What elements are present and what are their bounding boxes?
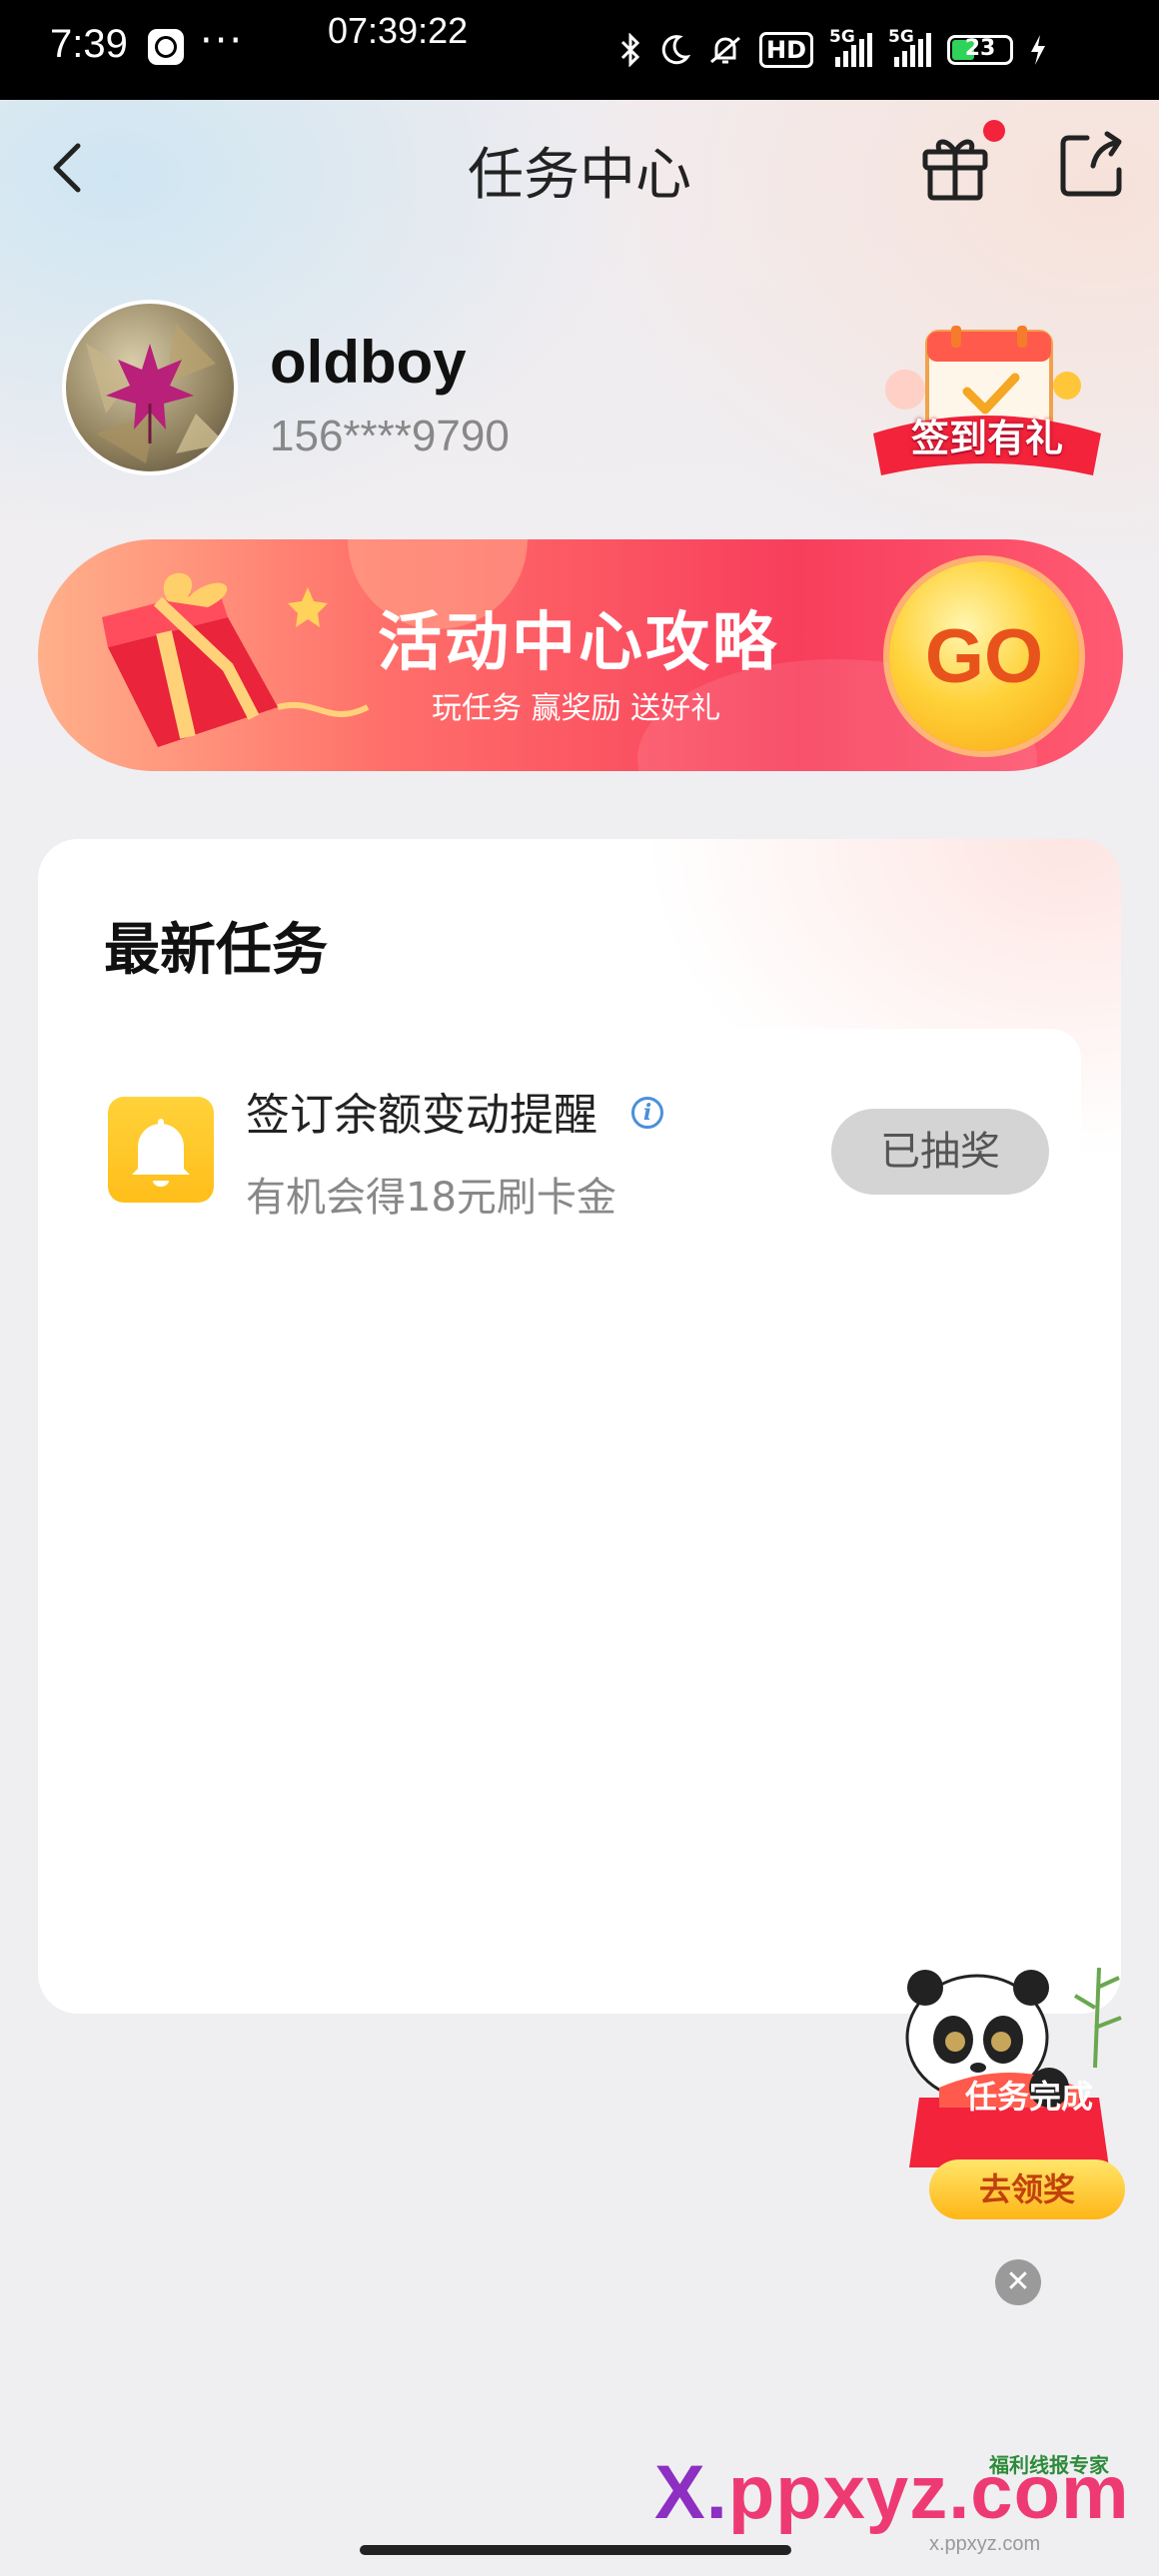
bluetooth-icon xyxy=(620,33,640,67)
network-type-1: 5G xyxy=(829,27,855,47)
network-type-2: 5G xyxy=(888,27,914,47)
task-status-button[interactable]: 已抽奖 xyxy=(831,1109,1049,1195)
watermark-badge: 福利线报专家 xyxy=(989,2453,1109,2477)
status-bar: 7:39 ··· 07:39:22 HD 5G 5G 23 xyxy=(0,0,1159,100)
task-description: 有机会得18元刷卡金 xyxy=(246,1175,616,1221)
go-button-label[interactable]: GO xyxy=(889,613,1079,700)
banner-subtitle: 玩任务 赢奖励 送好礼 xyxy=(432,691,721,726)
hd-voice-icon: HD xyxy=(759,32,814,68)
status-center-time: 07:39:22 xyxy=(328,10,469,51)
close-widget-icon[interactable]: ✕ xyxy=(995,2259,1041,2305)
clock-app-icon xyxy=(148,29,184,65)
gift-box-icon xyxy=(102,572,370,747)
moon-icon xyxy=(661,35,691,65)
bell-icon xyxy=(132,1119,190,1187)
username: oldboy xyxy=(270,329,467,396)
gift-icon[interactable] xyxy=(919,130,991,202)
battery-icon: 23 xyxy=(947,35,1014,65)
signal-icon-1: 5G xyxy=(829,27,873,67)
section-title: 最新任务 xyxy=(104,918,328,983)
phone-number: 156****9790 xyxy=(270,412,510,460)
signin-label[interactable]: 签到有礼 xyxy=(879,408,1095,462)
banner-title: 活动中心攻略 xyxy=(378,606,779,680)
charging-icon xyxy=(1031,35,1046,65)
task-center-page: 7:39 ··· 07:39:22 HD 5G 5G 23 任务中心 oldbo… xyxy=(0,0,1159,2576)
more-notifications-icon: ··· xyxy=(200,18,245,64)
status-icons: HD 5G 5G 23 xyxy=(617,26,1047,74)
panda-task-text[interactable]: 任务完成 xyxy=(959,2078,1099,2116)
mute-bell-icon xyxy=(710,36,740,64)
battery-level: 23 xyxy=(964,36,996,61)
watermark-url: x.ppxyz.com xyxy=(929,2533,1041,2555)
status-time: 7:39 xyxy=(50,22,128,66)
home-indicator[interactable] xyxy=(360,2545,791,2555)
task-name: 签订余额变动提醒 xyxy=(246,1090,597,1141)
claim-reward-button[interactable]: 去领奖 xyxy=(929,2159,1125,2219)
notification-dot xyxy=(983,120,1005,142)
maple-leaf-avatar-image xyxy=(86,324,226,463)
latest-tasks-card xyxy=(38,839,1121,2014)
signal-icon-2: 5G xyxy=(888,27,932,67)
task-icon-container xyxy=(108,1097,214,1203)
avatar[interactable] xyxy=(62,300,238,475)
info-icon[interactable]: i xyxy=(631,1097,663,1129)
share-icon[interactable] xyxy=(1057,130,1125,198)
